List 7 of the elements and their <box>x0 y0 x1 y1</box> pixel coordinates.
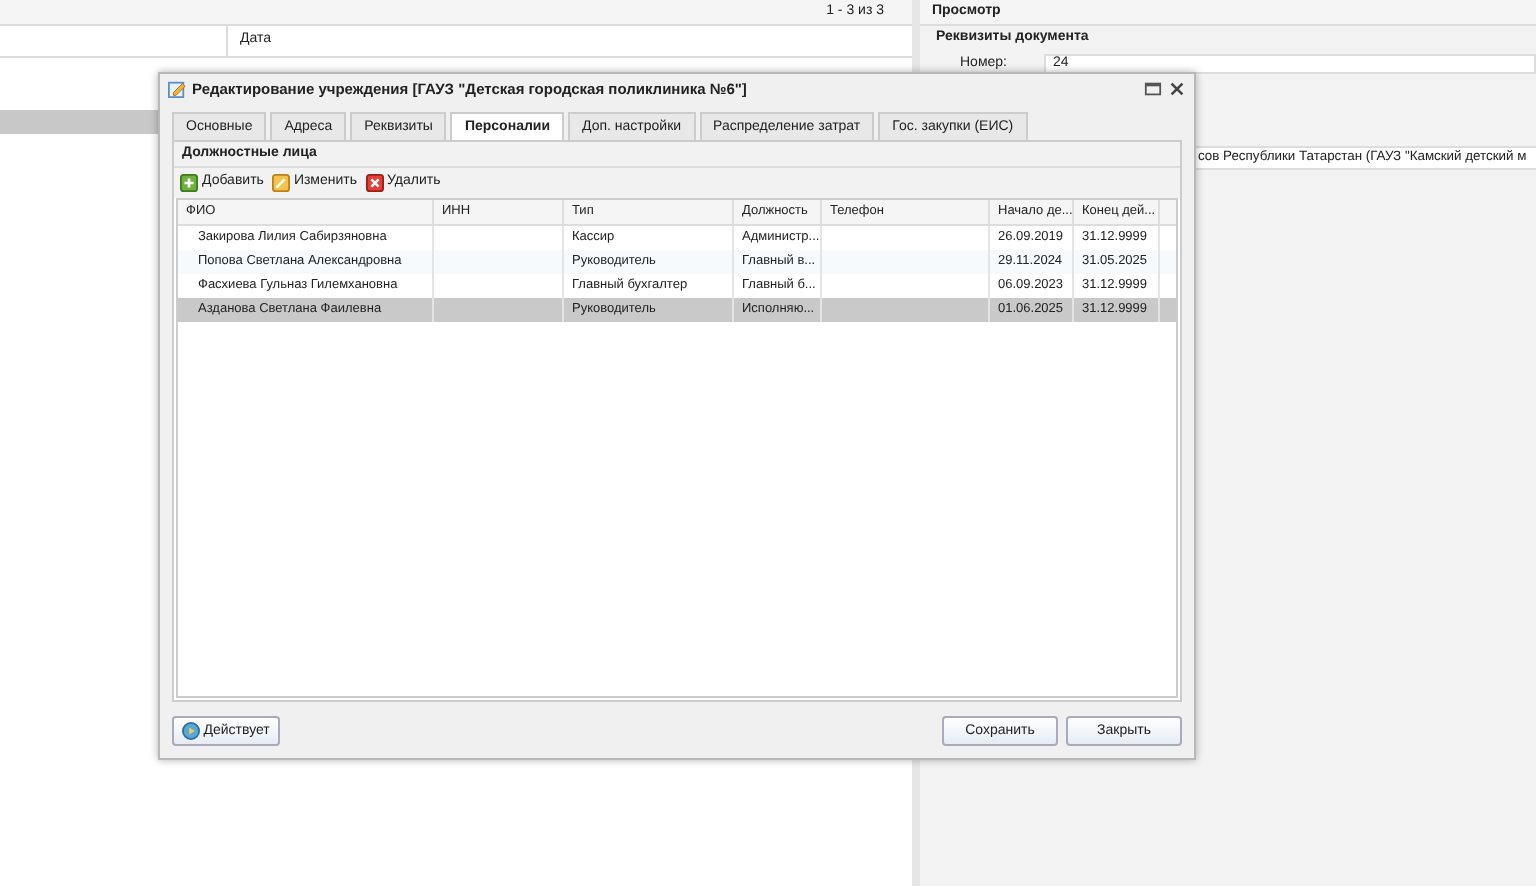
add-icon <box>180 174 198 192</box>
close-icon[interactable] <box>1168 80 1186 98</box>
pencil-icon <box>271 174 290 192</box>
maximize-icon[interactable] <box>1144 80 1162 98</box>
delete-icon <box>365 174 384 192</box>
play-circle-icon <box>182 721 200 739</box>
edit-form-icon <box>168 80 186 98</box>
